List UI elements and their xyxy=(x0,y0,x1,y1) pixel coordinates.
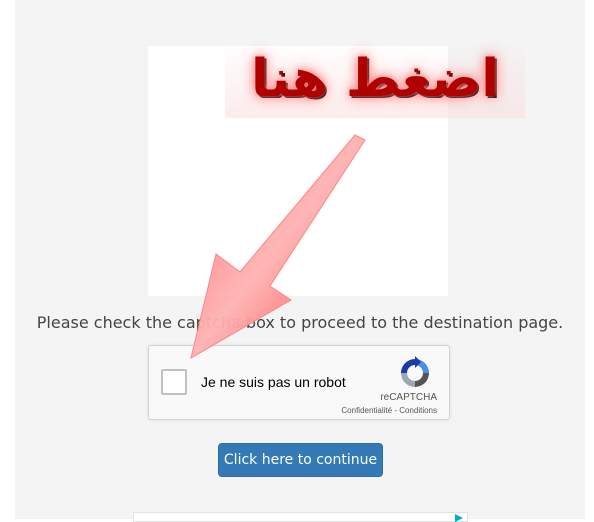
continue-button[interactable]: Click here to continue xyxy=(218,443,383,477)
recaptcha-logo-icon xyxy=(401,356,429,387)
captcha-instruction: Please check the captcha box to proceed … xyxy=(36,313,564,332)
recaptcha-links[interactable]: Confidentialité - Conditions xyxy=(341,406,437,415)
bottom-ad-frame xyxy=(133,512,468,522)
recaptcha-brand: reCAPTCHA xyxy=(380,392,437,403)
captcha-label: Je ne suis pas un robot xyxy=(201,374,346,390)
captcha-checkbox[interactable] xyxy=(161,369,187,395)
ad-choices-icon[interactable] xyxy=(454,514,464,522)
click-here-banner[interactable]: اضغط هنا xyxy=(225,40,525,118)
recaptcha-widget: Je ne suis pas un robot reCAPTCHA Confid… xyxy=(148,345,450,420)
